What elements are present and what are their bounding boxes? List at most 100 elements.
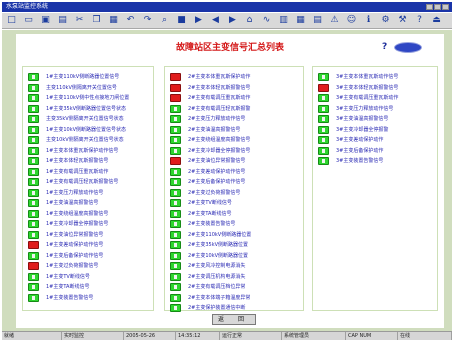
signal-row[interactable]: 2#主变差动保护动作信号 [170,167,302,177]
signal-row[interactable]: 2#主变保护装置通信中断 [170,304,302,313]
signal-row[interactable]: 2#主变调压机构电源消失 [170,272,302,282]
signal-row[interactable]: 3#主变本体重瓦斯动作信号 [318,73,436,82]
status-alarm-indicator [170,94,181,102]
signal-row[interactable]: 2#主变压力释放动作信号 [170,115,302,124]
signal-row[interactable]: 1#主变本体重瓦斯保护动作信号 [28,146,152,156]
signal-row[interactable]: 3#主变有载调压重瓦斯动作 [318,94,436,103]
signal-label: 2#主变有载调压重瓦斯动作 [188,95,251,101]
signal-row[interactable]: 2#主变10kV侧断路器位置 [170,251,302,261]
signal-row[interactable]: 1#主变装置告警信号 [28,293,152,303]
signal-row[interactable]: 1#主变压力释放动作信号 [28,188,152,198]
help-icon[interactable]: ? [382,42,387,53]
indicator-highlight [174,127,177,132]
signal-row[interactable]: 2#主变本体重瓦斯保护动作 [170,73,302,82]
signal-row[interactable]: 主变10kV侧隔离开关位置信号状态 [28,136,152,145]
status-ok-indicator [170,220,181,228]
signal-row[interactable]: 1#主变绕组温度高报警信号 [28,209,152,219]
signal-row[interactable]: 3#主变差动保护动作 [318,136,436,145]
signal-row[interactable]: 1#主变过负荷报警信号 [28,262,152,271]
signal-row[interactable]: 1#主变油温高报警信号 [28,199,152,208]
signal-row[interactable]: 1#主变油位异常报警信号 [28,230,152,240]
signal-row[interactable]: 2#主变TV断线信号 [170,199,302,208]
home-icon[interactable]: ⌂ [244,15,255,26]
signal-row[interactable]: 2#主变有载调压轻瓦斯报警 [170,104,302,114]
signal-row[interactable]: 1#主变110kV侧断路器位置信号 [28,73,152,82]
trend-icon[interactable]: ∿ [261,15,272,26]
signal-row[interactable]: 2#主变有载调压档位异常 [170,283,302,292]
signal-row[interactable]: 2#主变有载调压重瓦斯动作 [170,94,302,103]
signal-label: 1#主变10kV侧断路器位置信号状态 [46,126,127,133]
status-ok-indicator [28,167,39,176]
back-icon[interactable]: ◀ [210,15,221,26]
settings-icon[interactable]: ⚙ [380,15,391,26]
signal-row[interactable]: 主变110kV侧隔离开关位置信号 [28,83,152,93]
alarm-icon[interactable]: ⚠ [329,15,340,26]
signal-row[interactable]: 2#主变35kV侧断路器位置 [170,241,302,250]
undo-icon[interactable]: ↶ [125,15,136,26]
signal-row[interactable]: 2#主变后备保护动作信号 [170,178,302,187]
signal-row[interactable]: 3#主变油温高报警信号 [318,115,436,124]
signal-row[interactable]: 3#主变压力释放动作信号 [318,104,436,114]
signal-row[interactable]: 1#主变110kV侧中性点接地刀闸位置 [28,94,152,103]
signal-row[interactable]: 2#主变本体轻瓦斯报警信号 [170,83,302,93]
signal-row[interactable]: 3#主变本体轻瓦斯报警信号 [318,83,436,93]
signal-row[interactable]: 1#主变后备保护动作信号 [28,251,152,261]
status-ok-indicator [318,136,329,144]
table-icon[interactable]: ▦ [295,15,306,26]
signal-row[interactable]: 2#主变110kV侧断路器位置 [170,230,302,240]
signal-row[interactable]: 1#主变10kV侧断路器位置信号状态 [28,125,152,135]
signal-row[interactable]: 2#主变油位异常报警信号 [170,157,302,166]
user-icon[interactable]: ☺ [346,15,357,26]
help-button[interactable] [394,42,422,53]
signal-row[interactable]: 2#主变TA断线信号 [170,209,302,219]
signal-row[interactable]: 1#主变35kV侧断路器位置信号状态 [28,104,152,114]
chart-icon[interactable]: ▥ [278,15,289,26]
signal-label: 1#主变110kV侧中性点接地刀闸位置 [46,95,130,101]
print-icon[interactable]: ▤ [57,15,68,26]
new-icon[interactable]: □ [6,15,17,26]
info-icon[interactable]: ℹ [363,15,374,26]
copy-icon[interactable]: ❐ [91,15,102,26]
signal-row[interactable]: 2#主变油温高报警信号 [170,125,302,135]
signal-row[interactable]: 3#主变装置告警信号 [318,157,436,166]
forward-icon[interactable]: ▶ [227,15,238,26]
signal-row[interactable]: 1#主变有载调压重瓦斯动作 [28,167,152,177]
signal-row[interactable]: 3#主变冷却器全停报警 [318,125,436,135]
signal-row[interactable]: 3#主变后备保护动作 [318,146,436,156]
status-ok-indicator [28,199,39,207]
signal-label: 1#主变有载调压重瓦斯动作 [46,168,109,175]
cut-icon[interactable]: ✂ [74,15,85,26]
stop-icon[interactable]: ■ [176,15,187,26]
signal-row[interactable]: 2#主变冷却器全停报警信号 [170,146,302,156]
help-icon[interactable]: ? [414,15,425,26]
status-alarm-indicator [28,262,39,270]
zoom-icon[interactable]: ⌕ [159,15,170,26]
indicator-highlight [32,232,35,237]
signal-row[interactable]: 主变35kV侧隔离开关位置信号状态 [28,115,152,124]
save-icon[interactable]: ▣ [40,15,51,26]
signal-row[interactable]: 2#主变绕组温度高报警信号 [170,136,302,145]
play-icon[interactable]: ▶ [193,15,204,26]
signal-row[interactable]: 1#主变本体轻瓦斯报警信号 [28,157,152,166]
signal-row[interactable]: 1#主变差动保护动作信号 [28,241,152,250]
exit-icon[interactable]: ⏏ [431,15,442,26]
redo-icon[interactable]: ↷ [142,15,153,26]
indicator-highlight [174,169,177,174]
maximize-button[interactable] [434,4,441,10]
signal-row[interactable]: 1#主变TV断线信号 [28,272,152,282]
signal-row[interactable]: 1#主变冷却器全停报警信号 [28,220,152,229]
return-button[interactable]: 返 回 [212,314,256,325]
close-button[interactable] [442,4,449,10]
paste-icon[interactable]: ▦ [108,15,119,26]
signal-row[interactable]: 2#主变风冷控制电源消失 [170,262,302,271]
open-icon[interactable]: ▭ [23,15,34,26]
signal-row[interactable]: 1#主变TA断线信号 [28,283,152,292]
signal-row[interactable]: 1#主变有载调压轻瓦斯报警信号 [28,178,152,187]
signal-row[interactable]: 2#主变过负荷报警信号 [170,188,302,198]
minimize-button[interactable] [426,4,433,10]
signal-row[interactable]: 2#主变装置告警信号 [170,220,302,229]
report-icon[interactable]: ▤ [312,15,323,26]
tools-icon[interactable]: ⚒ [397,15,408,26]
signal-label: 2#主变后备保护动作信号 [188,179,246,185]
signal-row[interactable]: 2#主变本体端子箱温度异常 [170,293,302,303]
